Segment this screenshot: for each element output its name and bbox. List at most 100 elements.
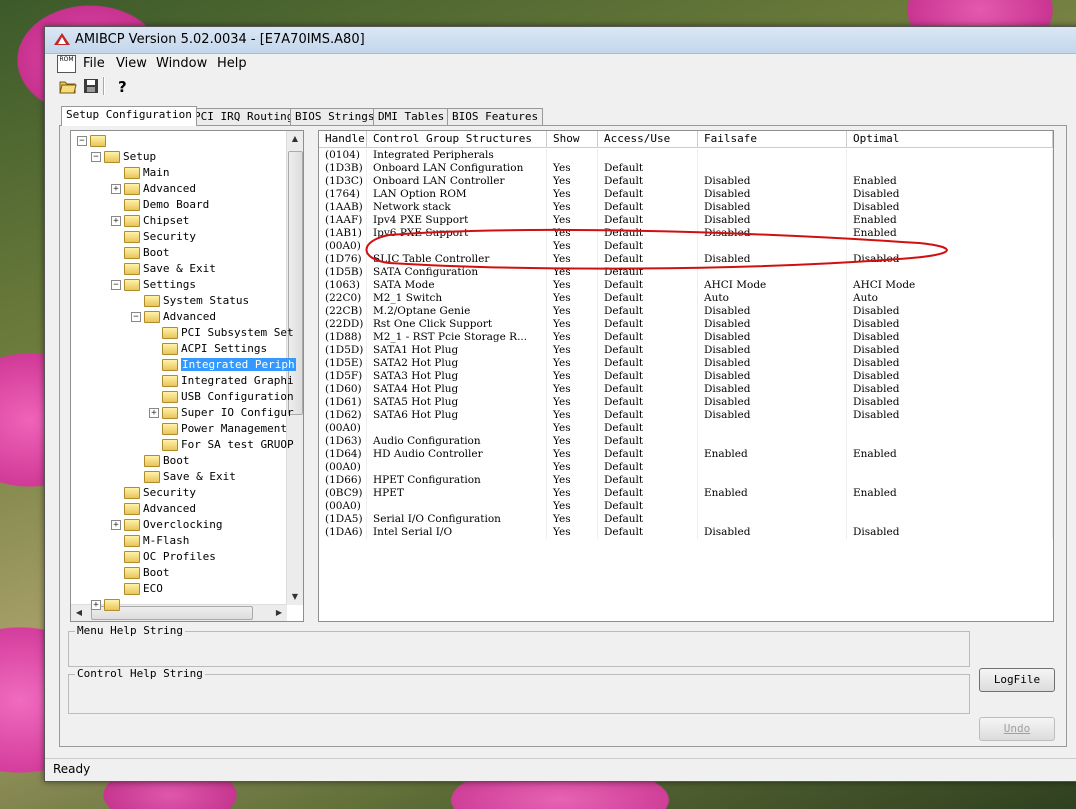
cell-show[interactable]: Yes (547, 305, 598, 318)
table-row[interactable]: (1D3B) Onboard LAN Configuration Yes Defaul… (319, 162, 1053, 175)
table-row[interactable]: (1D5E) SATA2 Hot Plug Yes Default Disabled Di… (319, 357, 1053, 370)
column-header-structure[interactable]: Control Group Structures (367, 131, 547, 147)
cell-failsafe[interactable]: Disabled (698, 305, 847, 318)
tree-item[interactable]: For SA test GRUOP (149, 437, 294, 453)
cell-show[interactable]: Yes (547, 461, 598, 474)
column-header-handle[interactable]: Handle (319, 131, 367, 147)
setup-tree[interactable]: ▲ ▼ ◀ ▶ − − Setup Main + Advanced Demo Board + C… (70, 130, 304, 622)
help-question-icon[interactable]: ? (111, 76, 135, 98)
cell-access[interactable]: Default (598, 474, 698, 487)
tree-item[interactable]: Advanced (111, 501, 196, 517)
tab-bios-features[interactable]: BIOS Features (447, 108, 544, 125)
table-row[interactable]: (1D5F) SATA3 Hot Plug Yes Default Disabled Di… (319, 370, 1053, 383)
cell-show[interactable]: Yes (547, 279, 598, 292)
tree-item[interactable]: Power Management (149, 421, 287, 437)
logfile-button[interactable]: LogFile (979, 668, 1055, 692)
tree-item[interactable]: − Settings (111, 277, 196, 293)
cell-failsafe[interactable]: AHCI Mode (698, 279, 847, 292)
cell-failsafe[interactable]: Disabled (698, 318, 847, 331)
tree-item[interactable]: ACPI Settings (149, 341, 267, 357)
cell-show[interactable]: Yes (547, 201, 598, 214)
cell-failsafe[interactable] (698, 266, 847, 279)
cell-access[interactable]: Default (598, 214, 698, 227)
rom-icon[interactable]: ROM (57, 55, 76, 73)
cell-failsafe[interactable] (698, 435, 847, 448)
menu-window[interactable]: Window (156, 56, 207, 71)
cell-access[interactable]: Default (598, 292, 698, 305)
table-row[interactable]: (1063) SATA Mode Yes Default AHCI Mode AHCI M… (319, 279, 1053, 292)
table-row[interactable]: (22DD) Rst One Click Support Yes Default Dis… (319, 318, 1053, 331)
table-row[interactable]: (1D63) Audio Configuration Yes Default (319, 435, 1053, 448)
cell-show[interactable]: Yes (547, 331, 598, 344)
table-row[interactable]: (1D5D) SATA1 Hot Plug Yes Default Disabled Di… (319, 344, 1053, 357)
cell-access[interactable]: Default (598, 318, 698, 331)
cell-optimal[interactable] (847, 500, 1053, 513)
table-row[interactable]: (00A0) Yes Default (319, 422, 1053, 435)
cell-optimal[interactable] (847, 435, 1053, 448)
cell-failsafe[interactable] (698, 240, 847, 253)
cell-show[interactable]: Yes (547, 383, 598, 396)
column-header-failsafe[interactable]: Failsafe (698, 131, 847, 147)
cell-access[interactable]: Default (598, 487, 698, 500)
title-bar[interactable]: AMIBCP Version 5.02.0034 - [E7A70IMS.A80… (45, 27, 1076, 54)
table-row[interactable]: (22C0) M2_1 Switch Yes Default Auto Auto (319, 292, 1053, 305)
cell-failsafe[interactable]: Disabled (698, 201, 847, 214)
scroll-left-arrow-icon[interactable]: ◀ (71, 605, 87, 621)
cell-optimal[interactable]: Disabled (847, 305, 1053, 318)
cell-show[interactable]: Yes (547, 526, 598, 539)
cell-failsafe[interactable]: Enabled (698, 487, 847, 500)
cell-optimal[interactable]: Enabled (847, 227, 1053, 240)
cell-access[interactable]: Default (598, 253, 698, 266)
cell-failsafe[interactable]: Disabled (698, 526, 847, 539)
cell-optimal[interactable] (847, 162, 1053, 175)
cell-optimal[interactable] (847, 240, 1053, 253)
cell-optimal[interactable]: Disabled (847, 331, 1053, 344)
cell-failsafe[interactable] (698, 149, 847, 162)
tree-item[interactable]: ECO (111, 581, 163, 597)
table-row[interactable]: (22CB) M.2/Optane Genie Yes Default Disabled… (319, 305, 1053, 318)
expand-plus-icon[interactable]: + (91, 600, 101, 610)
table-row[interactable]: (1D60) SATA4 Hot Plug Yes Default Disabled Di… (319, 383, 1053, 396)
expand-plus-icon[interactable]: + (111, 216, 121, 226)
cell-show[interactable]: Yes (547, 162, 598, 175)
cell-access[interactable]: Default (598, 396, 698, 409)
cell-access[interactable]: Default (598, 526, 698, 539)
cell-failsafe[interactable]: Disabled (698, 383, 847, 396)
cell-access[interactable]: Default (598, 175, 698, 188)
expand-plus-icon[interactable]: + (149, 408, 159, 418)
cell-access[interactable]: Default (598, 279, 698, 292)
cell-access[interactable]: Default (598, 201, 698, 214)
cell-show[interactable]: Yes (547, 227, 598, 240)
cell-optimal[interactable] (847, 266, 1053, 279)
tree-item[interactable]: OC Profiles (111, 549, 216, 565)
table-row[interactable]: (1D66) HPET Configuration Yes Default (319, 474, 1053, 487)
collapse-minus-icon[interactable]: − (131, 312, 141, 322)
cell-show[interactable]: Yes (547, 266, 598, 279)
control-grid[interactable]: Handle Control Group Structures Show Access… (318, 130, 1054, 622)
cell-optimal[interactable]: Enabled (847, 487, 1053, 500)
collapse-minus-icon[interactable]: − (91, 152, 101, 162)
cell-failsafe[interactable]: Enabled (698, 448, 847, 461)
cell-access[interactable]: Default (598, 227, 698, 240)
menu-view[interactable]: View (116, 56, 147, 71)
tree-item[interactable]: USB Configuration (149, 389, 294, 405)
cell-access[interactable]: Default (598, 500, 698, 513)
cell-failsafe[interactable]: Disabled (698, 214, 847, 227)
table-row[interactable]: (1D5B) SATA Configuration Yes Default (319, 266, 1053, 279)
cell-access[interactable]: Default (598, 383, 698, 396)
table-row[interactable]: (0BC9) HPET Yes Default Enabled Enabled (319, 487, 1053, 500)
tree-item[interactable]: Security (111, 229, 196, 245)
table-row[interactable]: (1D76) SLIC Table Controller Yes Default Dis… (319, 253, 1053, 266)
cell-show[interactable]: Yes (547, 214, 598, 227)
collapse-minus-icon[interactable]: − (111, 280, 121, 290)
collapse-minus-icon[interactable]: − (77, 136, 87, 146)
table-row[interactable]: (0104) Integrated Peripherals (319, 149, 1053, 162)
cell-failsafe[interactable]: Disabled (698, 175, 847, 188)
cell-show[interactable]: Yes (547, 396, 598, 409)
cell-access[interactable]: Default (598, 448, 698, 461)
cell-access[interactable]: Default (598, 422, 698, 435)
table-row[interactable]: (1DA6) Intel Serial I/O Yes Default Disabled… (319, 526, 1053, 539)
scroll-down-arrow-icon[interactable]: ▼ (287, 589, 303, 605)
table-row[interactable]: (1D88) M2_1 - RST Pcie Storage R... Yes Def… (319, 331, 1053, 344)
cell-access[interactable]: Default (598, 162, 698, 175)
